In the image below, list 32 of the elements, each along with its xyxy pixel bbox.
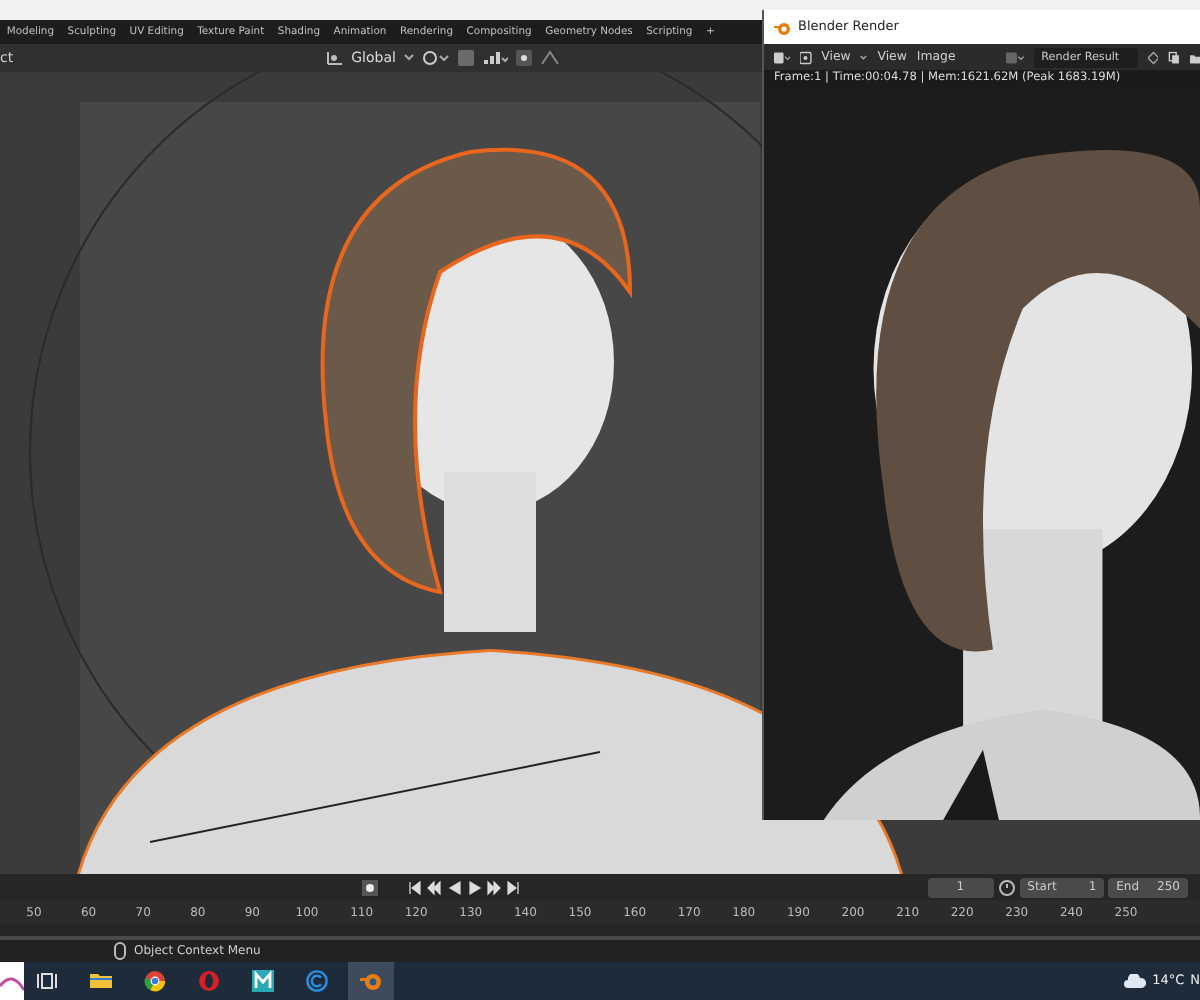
play-reverse-button[interactable] [446,879,464,895]
image-icon[interactable] [800,49,812,65]
jump-end-button[interactable] [506,879,524,895]
record-button[interactable] [362,879,378,895]
browser-icon [198,970,220,992]
editor-type-icon[interactable] [774,49,791,65]
browser-icon [144,970,166,992]
app-icon [306,970,328,992]
pivot-icon[interactable] [421,50,450,66]
folder-icon[interactable] [1189,49,1200,65]
app-icon [252,970,274,992]
jump-start-button[interactable] [406,879,424,895]
falloff-icon[interactable] [539,50,560,66]
cloud-icon [1124,974,1147,988]
app-icon [774,19,790,35]
browse-image-icon[interactable] [1005,49,1024,65]
folder-icon [90,970,112,992]
proportional-edit-icon[interactable] [515,50,532,66]
caret-icon[interactable] [860,53,868,61]
copy-icon[interactable] [1168,49,1180,65]
caret-icon[interactable] [403,54,414,62]
snap-icon[interactable] [457,50,474,66]
app-icon [360,970,382,992]
previous-keyframe-button[interactable] [426,879,444,895]
app-icon[interactable] [0,962,24,1000]
task-view-icon[interactable] [36,972,58,990]
stopwatch-icon[interactable] [997,878,1016,896]
next-keyframe-button[interactable] [486,879,504,895]
transform-icon[interactable] [325,50,344,66]
mouse-icon [114,942,126,960]
play-button[interactable] [466,879,484,895]
snapping-icon[interactable] [481,50,508,66]
